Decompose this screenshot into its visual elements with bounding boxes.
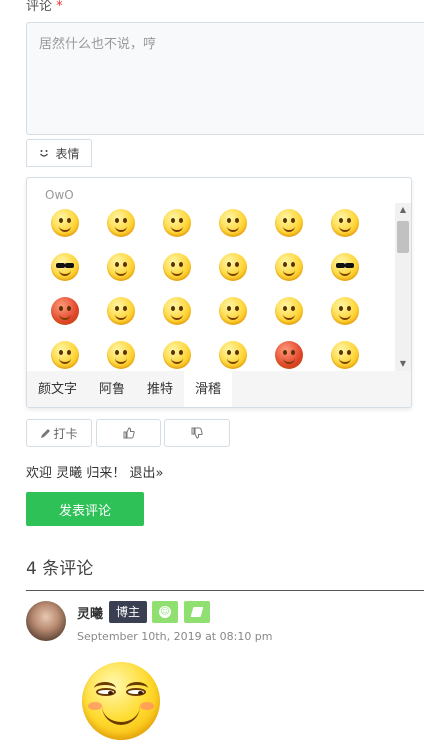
required-mark: *: [56, 0, 63, 14]
emoji-panel-title: OwO: [45, 188, 74, 202]
package-tab-kaomoji[interactable]: 颜文字: [27, 371, 88, 407]
pencil-icon: [41, 428, 51, 438]
emoji-toggle-label: 表情: [55, 146, 80, 161]
emoji-scrollbar[interactable]: ▲ ▼: [395, 203, 411, 371]
thumbs-up-icon: [123, 427, 135, 439]
emoji-option[interactable]: [331, 253, 359, 281]
emoji-option[interactable]: [107, 341, 135, 369]
avatar[interactable]: [26, 601, 66, 641]
comment-author[interactable]: 灵曦: [77, 603, 103, 622]
welcome-message: 欢迎 灵曦 归来！ 退出»: [26, 462, 163, 481]
emoji-option[interactable]: [275, 341, 303, 369]
comment-placeholder: 居然什么也不说，哼: [39, 37, 157, 52]
thumbs-down-icon: [191, 427, 203, 439]
emoticon-face-icon: [40, 150, 49, 157]
emoji-option[interactable]: [331, 297, 359, 325]
emoji-package-bar: 颜文字 阿鲁 推特 滑稽: [27, 371, 411, 407]
comment-count-heading: 4 条评论: [26, 559, 94, 579]
punch-label: 打卡: [53, 426, 78, 441]
emoji-panel: OwO ▲ ▼ 颜文字 阿鲁 推特 滑稽: [26, 177, 412, 408]
welcome-prefix: 欢迎: [26, 466, 53, 481]
emoji-option[interactable]: [219, 341, 247, 369]
emoji-option[interactable]: [51, 341, 79, 369]
huaji-smirk-emoji: [82, 662, 160, 740]
emoji-option[interactable]: [219, 297, 247, 325]
comment-textarea[interactable]: 居然什么也不说，哼: [26, 22, 424, 135]
emoji-option[interactable]: [51, 209, 79, 237]
emoji-option[interactable]: [275, 297, 303, 325]
package-tab-huaji[interactable]: 滑稽: [184, 371, 233, 407]
dislike-button[interactable]: [164, 419, 230, 447]
emoji-option[interactable]: [163, 253, 191, 281]
emoji-option[interactable]: [275, 253, 303, 281]
comment-label-text: 评论: [26, 0, 53, 14]
emoji-option[interactable]: [275, 209, 303, 237]
emoji-toggle-button[interactable]: 表情: [26, 139, 92, 167]
emoji-option[interactable]: [107, 297, 135, 325]
emoji-grid: [27, 203, 395, 371]
scroll-up-arrow-icon[interactable]: ▲: [395, 203, 411, 217]
emoji-option[interactable]: [107, 253, 135, 281]
emoji-option[interactable]: [51, 297, 79, 325]
welcome-user-link[interactable]: 灵曦: [56, 466, 82, 481]
welcome-suffix: 归来！: [86, 466, 126, 481]
logout-link[interactable]: 退出»: [129, 466, 163, 481]
scroll-down-arrow-icon[interactable]: ▼: [395, 357, 411, 371]
comment-date: September 10th, 2019 at 08:10 pm: [77, 630, 273, 643]
level-badge-icon: [184, 601, 210, 623]
submit-comment-button[interactable]: 发表评论: [26, 492, 144, 526]
scroll-thumb[interactable]: [397, 221, 409, 253]
punch-button[interactable]: 打卡: [26, 419, 92, 447]
emoji-option[interactable]: [163, 341, 191, 369]
emoji-option[interactable]: [51, 253, 79, 281]
verified-badge-icon: ☺: [152, 601, 178, 623]
emoji-option[interactable]: [219, 253, 247, 281]
admin-badge: 博主: [109, 601, 148, 623]
emoji-option[interactable]: [163, 297, 191, 325]
emoji-option[interactable]: [331, 341, 359, 369]
package-tab-alu[interactable]: 阿鲁: [88, 371, 136, 407]
package-tab-twitter[interactable]: 推特: [136, 371, 184, 407]
emoji-option[interactable]: [107, 209, 135, 237]
like-button[interactable]: [96, 419, 161, 447]
emoji-option[interactable]: [219, 209, 247, 237]
emoji-option[interactable]: [331, 209, 359, 237]
comment-label: 评论 *: [26, 0, 63, 14]
emoji-option[interactable]: [163, 209, 191, 237]
comments-divider: [26, 590, 424, 591]
